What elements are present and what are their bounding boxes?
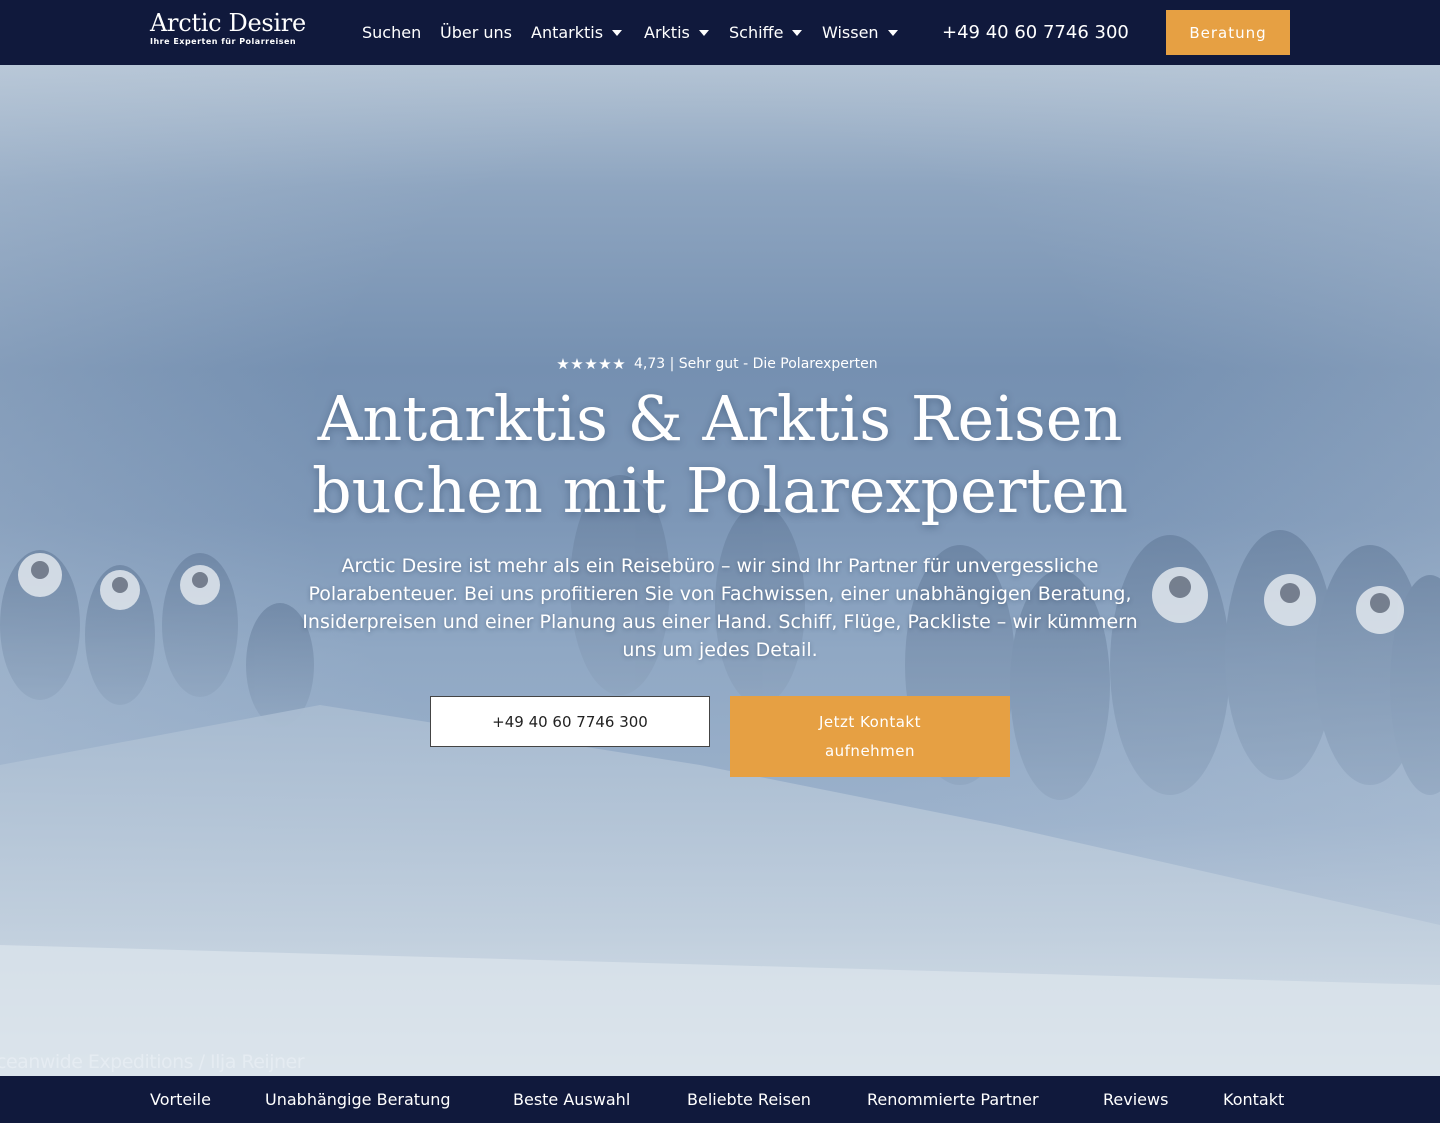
nav-item-arktis[interactable]: Arktis [644, 0, 709, 65]
anchor-unabhaengige-beratung[interactable]: Unabhängige Beratung [265, 1076, 451, 1123]
anchor-beliebte-reisen[interactable]: Beliebte Reisen [687, 1076, 811, 1123]
hero-description: Arctic Desire ist mehr als ein Reisebüro… [302, 555, 1138, 661]
anchor-reviews[interactable]: Reviews [1103, 1076, 1168, 1123]
anchor-beste-auswahl[interactable]: Beste Auswahl [513, 1076, 630, 1123]
star-icon: ★ [612, 354, 626, 373]
star-icon: ★ [570, 354, 584, 373]
section-anchor-nav: Vorteile Unabhängige Beratung Beste Ausw… [0, 1076, 1440, 1123]
arctic-desire-logo[interactable]: Arctic Desire Ihre Experten für Polarrei… [150, 10, 322, 46]
caret-down-icon [612, 29, 623, 36]
beratung-button[interactable]: Beratung [1166, 10, 1290, 55]
contact-now-button[interactable]: Jetzt Kontakt aufnehmen [730, 696, 1010, 777]
nav-item-label: Über uns [440, 23, 512, 42]
rating-stars: ★ ★ ★ ★ ★ [556, 354, 626, 373]
nav-item-antarktis[interactable]: Antarktis [531, 0, 623, 65]
hero-title-line-1: Antarktis & Arktis Reisen [317, 382, 1123, 455]
rating-summary: ★ ★ ★ ★ ★ 4,73 | Sehr gut - Die Polarexp… [556, 353, 878, 375]
rating-text: 4,73 | Sehr gut - Die Polarexperten [634, 356, 878, 372]
nav-item-label: Suchen [362, 23, 422, 42]
caret-down-icon [792, 29, 803, 36]
nav-item-label: Arktis [644, 23, 690, 42]
nav-item-label: Wissen [822, 23, 879, 42]
nav-item-label: Antarktis [531, 23, 604, 42]
star-icon: ★ [598, 354, 612, 373]
header-phone-link[interactable]: +49 40 60 7746 300 [942, 0, 1129, 65]
hero-title-line-2: buchen mit Polarexperten [311, 454, 1129, 527]
star-icon: ★ [556, 354, 570, 373]
hero-phone-button[interactable]: +49 40 60 7746 300 [430, 696, 710, 747]
top-navigation-bar: Arctic Desire Ihre Experten für Polarrei… [0, 0, 1440, 65]
nav-item-schiffe[interactable]: Schiffe [729, 0, 803, 65]
nav-item-ueber-uns[interactable]: Über uns [440, 0, 512, 65]
hero-section: ★ ★ ★ ★ ★ 4,73 | Sehr gut - Die Polarexp… [0, 65, 1440, 1076]
caret-down-icon [887, 29, 898, 36]
logo-title: Arctic Desire [150, 9, 306, 37]
logo-tagline: Ihre Experten für Polarreisen [150, 37, 297, 46]
nav-item-wissen[interactable]: Wissen [822, 0, 898, 65]
star-icon: ★ [584, 354, 598, 373]
caret-down-icon [698, 29, 709, 36]
image-credit: ceanwide Expeditions / Ilja Reijner [0, 1051, 305, 1073]
anchor-vorteile[interactable]: Vorteile [150, 1076, 211, 1123]
anchor-kontakt[interactable]: Kontakt [1223, 1076, 1284, 1123]
anchor-renommierte-partner[interactable]: Renommierte Partner [867, 1076, 1039, 1123]
hero-title: Antarktis & Arktis Reisen buchen mit Pol… [200, 383, 1240, 527]
nav-item-label: Schiffe [729, 23, 784, 42]
nav-item-suchen[interactable]: Suchen [362, 0, 421, 65]
